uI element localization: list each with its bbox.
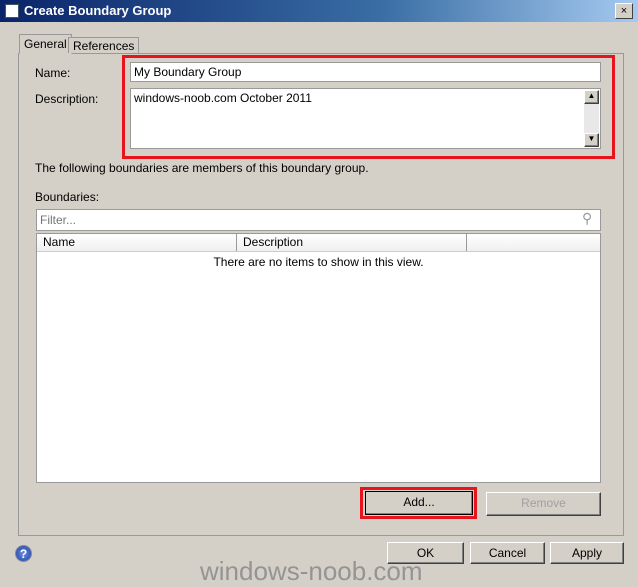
scroll-down-arrow-icon[interactable]: ▼: [584, 133, 599, 147]
empty-list-text: There are no items to show in this view.: [213, 255, 424, 269]
filter-input[interactable]: [36, 209, 601, 231]
name-label: Name:: [35, 66, 71, 80]
column-header-description[interactable]: Description: [237, 234, 467, 251]
close-button[interactable]: ×: [615, 3, 633, 19]
boundaries-list[interactable]: Name Description There are no items to s…: [36, 233, 601, 483]
description-label: Description:: [35, 92, 99, 106]
info-text: The following boundaries are members of …: [35, 161, 369, 175]
help-icon[interactable]: ?: [15, 545, 32, 562]
remove-button[interactable]: Remove: [486, 492, 601, 516]
column-header-blank[interactable]: [467, 234, 600, 251]
title-bar: Create Boundary Group ×: [0, 0, 638, 22]
app-icon: [5, 4, 19, 18]
window-title: Create Boundary Group: [24, 3, 172, 18]
cancel-button[interactable]: Cancel: [470, 542, 545, 564]
name-input[interactable]: My Boundary Group: [130, 62, 601, 82]
apply-button[interactable]: Apply: [550, 542, 624, 564]
column-header-name[interactable]: Name: [37, 234, 237, 251]
tab-general[interactable]: General: [19, 34, 72, 54]
description-textarea[interactable]: windows-noob.com October 2011 ▲ ▼: [130, 88, 601, 149]
search-icon[interactable]: ⚲: [582, 210, 592, 227]
add-button[interactable]: Add...: [365, 491, 473, 515]
scroll-up-arrow-icon[interactable]: ▲: [584, 90, 599, 104]
tab-references[interactable]: References: [68, 37, 140, 53]
description-text: windows-noob.com October 2011: [134, 91, 312, 105]
watermark: windows-noob.com: [200, 556, 423, 586]
scrollbar[interactable]: ▲ ▼: [584, 90, 599, 147]
boundaries-label: Boundaries:: [35, 190, 100, 204]
